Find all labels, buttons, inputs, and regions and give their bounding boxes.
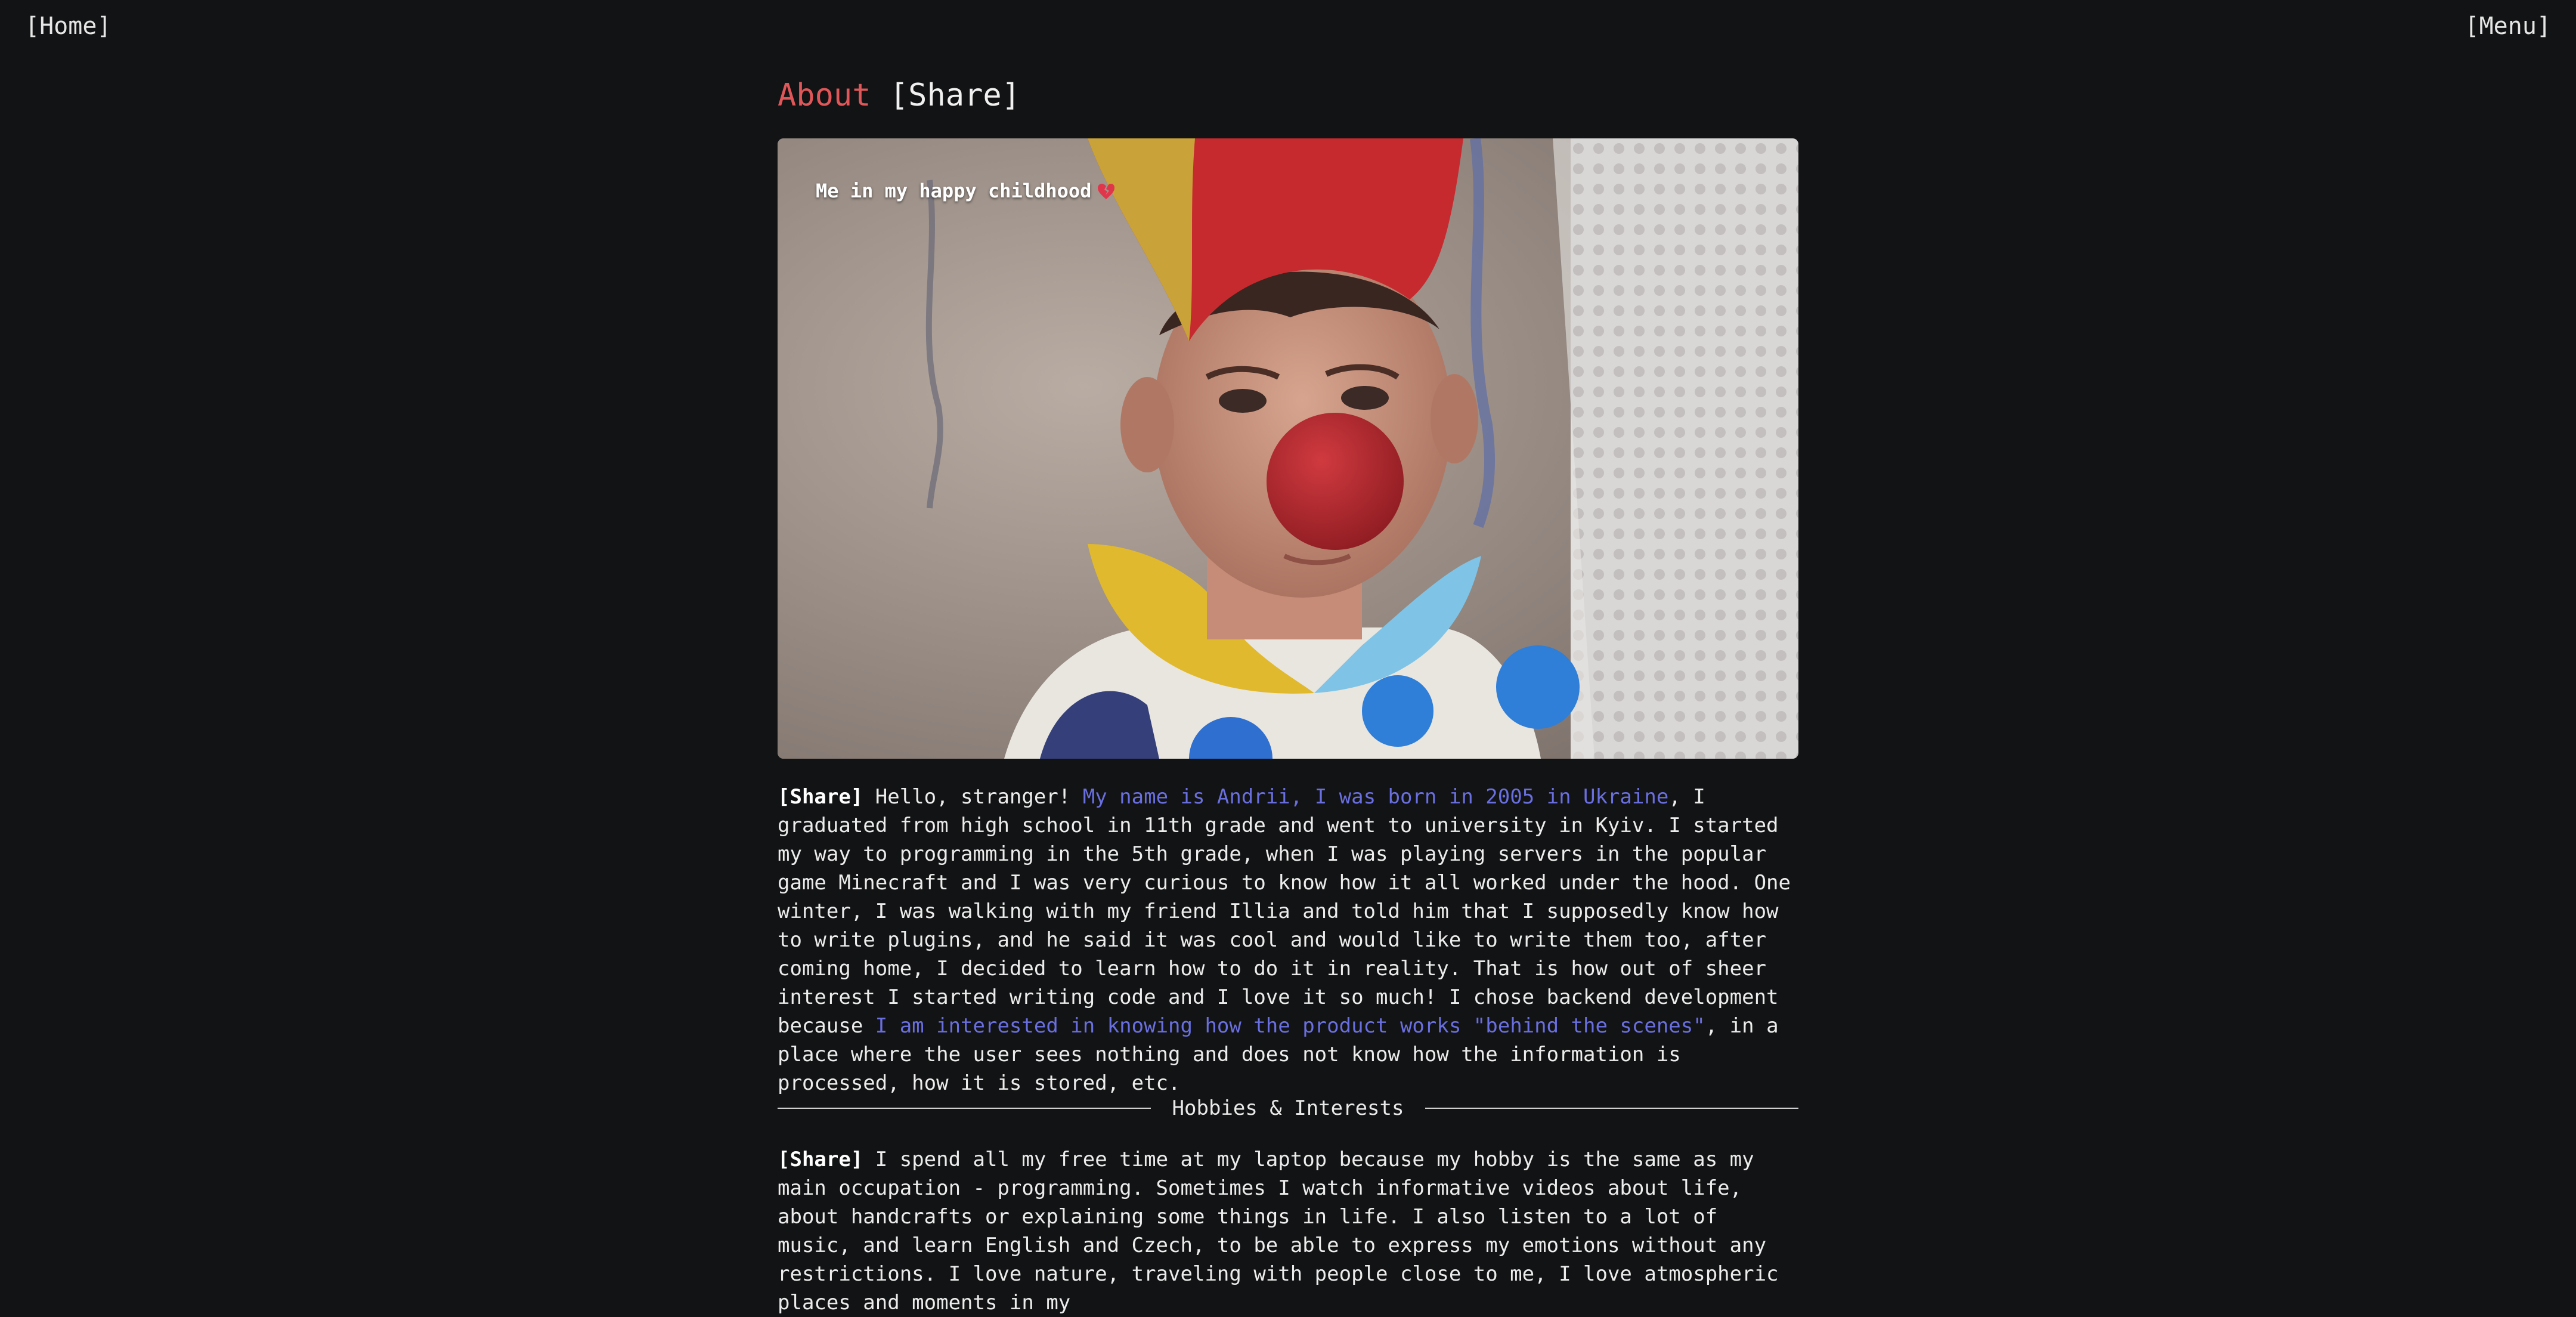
photo-illustration xyxy=(778,138,1798,759)
share-button[interactable]: [Share] xyxy=(778,1148,863,1171)
photo-caption: Me in my happy childhood xyxy=(816,179,1115,203)
share-button[interactable]: [Share] xyxy=(890,78,1020,113)
about-body: , I graduated from high school in 11th g… xyxy=(778,785,1791,1038)
page-title: About [Share] xyxy=(778,76,1020,115)
photo-caption-text: Me in my happy childhood xyxy=(816,180,1092,202)
menu-link[interactable]: [Menu] xyxy=(2465,12,2552,41)
share-button[interactable]: [Share] xyxy=(778,785,863,809)
page-title-text: About xyxy=(778,78,871,113)
section-divider: Hobbies & Interests xyxy=(778,1094,1798,1123)
about-highlight-name: My name is Andrii, I was born in 2005 in… xyxy=(1082,785,1669,809)
about-highlight-interest: I am interested in knowing how the produ… xyxy=(875,1014,1705,1038)
about-intro: Hello, stranger! xyxy=(863,785,1083,809)
hobbies-paragraph: [Share] I spend all my free time at my l… xyxy=(778,1145,1798,1317)
divider-line-right xyxy=(1425,1108,1798,1109)
about-paragraph: [Share] Hello, stranger! My name is Andr… xyxy=(778,783,1798,1098)
home-link[interactable]: [Home] xyxy=(25,12,112,41)
childhood-photo: Me in my happy childhood xyxy=(778,138,1798,759)
broken-heart-icon xyxy=(1097,183,1115,200)
hobbies-text: I spend all my free time at my laptop be… xyxy=(778,1148,1779,1315)
